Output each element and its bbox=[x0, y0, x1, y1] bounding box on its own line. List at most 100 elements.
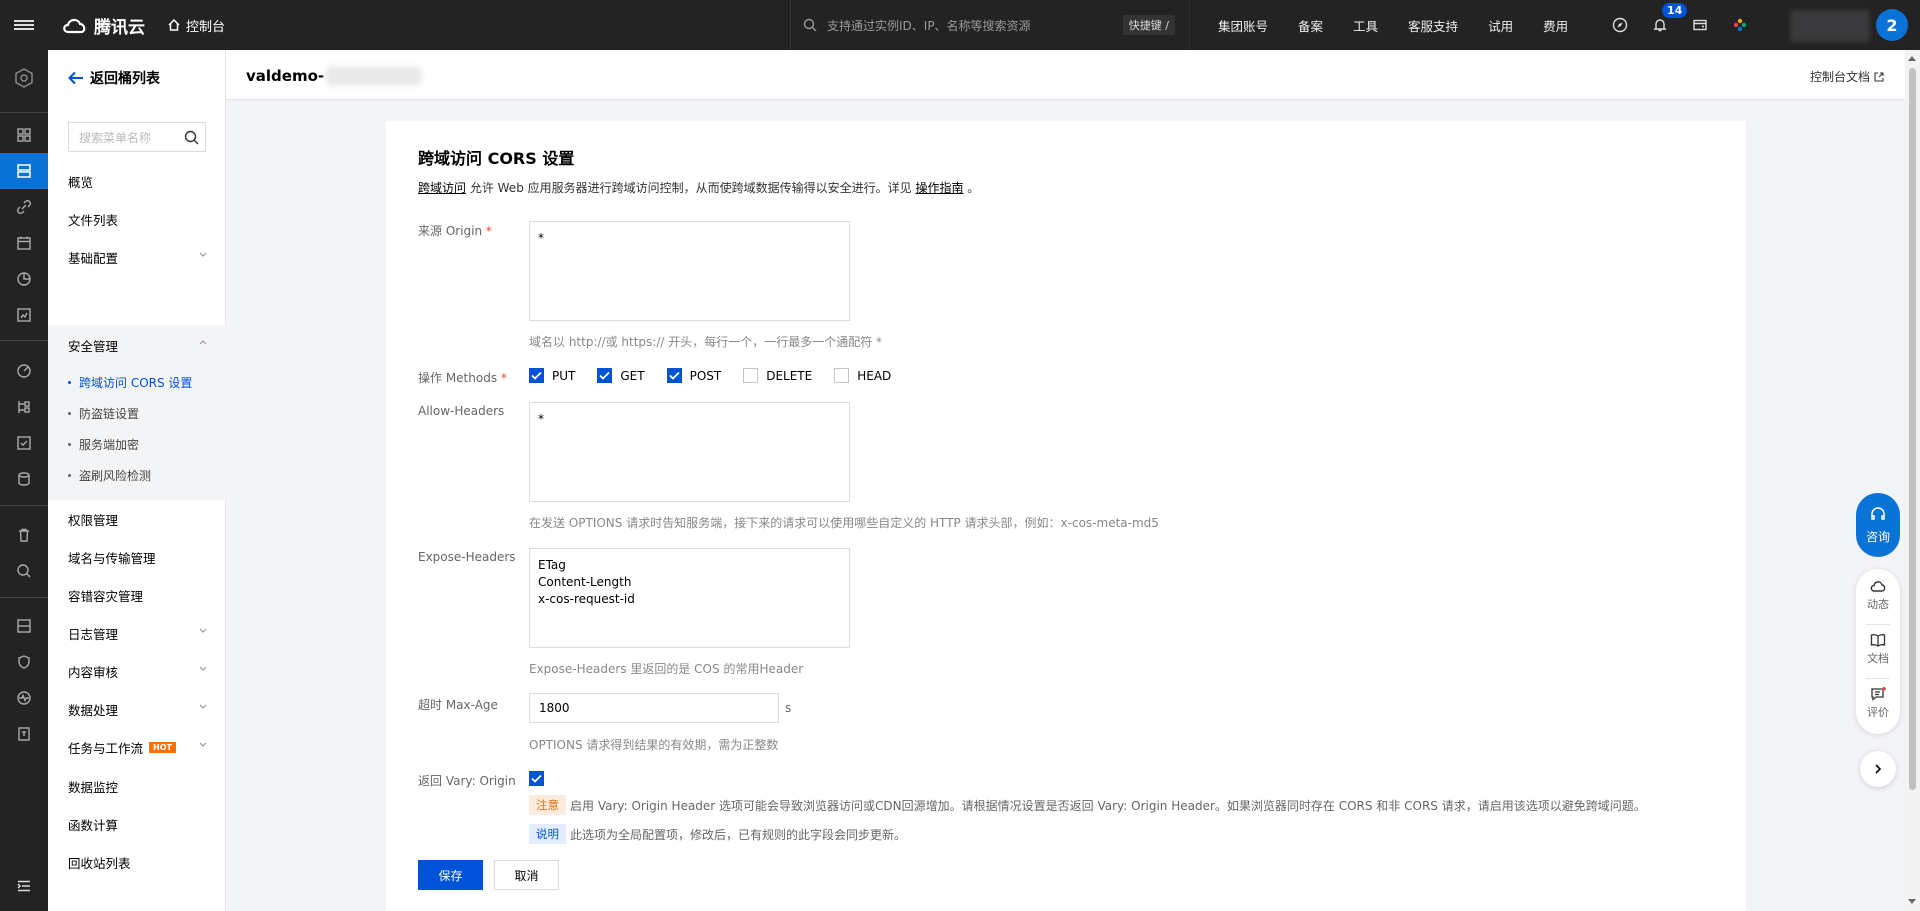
vary-origin-checkbox[interactable] bbox=[529, 771, 544, 786]
sidebar-subitem-hotlink[interactable]: 防盗链设置 bbox=[68, 405, 139, 422]
wallet-icon[interactable] bbox=[1680, 17, 1720, 33]
origin-label: 来源 Origin * bbox=[418, 224, 492, 238]
link-icon[interactable] bbox=[0, 189, 48, 225]
sidebar-item-monitor[interactable]: 数据监控 bbox=[48, 767, 226, 805]
scroll-down-arrow-icon[interactable] bbox=[1908, 899, 1916, 904]
global-search[interactable]: 支持通过实例ID、IP、名称等搜索资源 快捷键 / bbox=[790, 0, 1190, 50]
sidebar-item-files[interactable]: 文件列表 bbox=[48, 200, 226, 238]
method-get-checkbox[interactable]: GET bbox=[597, 368, 645, 383]
brand-name: 腾讯云 bbox=[94, 17, 145, 38]
back-label: 返回桶列表 bbox=[90, 71, 160, 87]
sidebar-item-recycle[interactable]: 回收站列表 bbox=[48, 843, 226, 881]
form-description: 跨域访问 允许 Web 应用服务器进行跨域访问控制，从而使跨域数据传输得以安全进… bbox=[418, 179, 979, 196]
bucket-name-redacted bbox=[326, 66, 423, 86]
expose-headers-textarea[interactable]: ETag Content-Length x-cos-request-id bbox=[529, 548, 850, 648]
storage-icon[interactable] bbox=[0, 153, 48, 189]
docs-button[interactable]: 文档 bbox=[1856, 633, 1900, 666]
back-to-buckets[interactable]: 返回桶列表 bbox=[68, 68, 160, 88]
database-icon[interactable] bbox=[0, 461, 48, 497]
hot-badge: HOT bbox=[149, 741, 176, 753]
trash-icon[interactable] bbox=[0, 517, 48, 553]
allow-headers-textarea[interactable]: * bbox=[529, 402, 850, 502]
hexagon-icon[interactable] bbox=[0, 56, 48, 100]
expose-headers-hint: Expose-Headers 里返回的是 COS 的常用Header bbox=[529, 662, 804, 676]
methods-label: 操作 Methods * bbox=[418, 371, 507, 385]
chevron-down-icon bbox=[199, 666, 207, 671]
archive-icon[interactable] bbox=[0, 716, 48, 752]
consult-button[interactable]: 咨询 bbox=[1856, 493, 1900, 557]
pie-chart-icon[interactable] bbox=[0, 261, 48, 297]
sidebar-item-data-processing[interactable]: 数据处理 bbox=[48, 690, 226, 728]
sidebar-subitem-cors[interactable]: 跨域访问 CORS 设置 bbox=[68, 374, 192, 391]
save-button[interactable]: 保存 bbox=[418, 860, 483, 890]
colorful-app-icon[interactable] bbox=[1720, 17, 1760, 33]
page-scrollbar[interactable] bbox=[1905, 50, 1920, 911]
info-text: 此选项为全局配置项，修改后，已有规则的此字段会同步更新。 bbox=[570, 827, 907, 842]
radar-icon[interactable] bbox=[0, 353, 48, 389]
sidebar-item-functions[interactable]: 函数计算 bbox=[48, 805, 226, 843]
brand-logo[interactable]: 腾讯云 bbox=[62, 13, 145, 38]
account-name-redacted[interactable] bbox=[1790, 10, 1870, 42]
nav-trial[interactable]: 试用 bbox=[1488, 16, 1513, 35]
sidebar-subitem-risk[interactable]: 盗刷风险检测 bbox=[68, 467, 151, 484]
origin-textarea[interactable]: * bbox=[529, 221, 850, 321]
nav-filing[interactable]: 备案 bbox=[1298, 16, 1323, 35]
sidebar-item-label: 域名与传输管理 bbox=[68, 550, 156, 566]
sidebar-subitem-encryption[interactable]: 服务端加密 bbox=[68, 436, 139, 453]
collapse-menu-icon[interactable] bbox=[0, 868, 48, 904]
bell-icon[interactable]: 14 bbox=[1640, 3, 1688, 33]
cors-doc-link[interactable]: 跨域访问 bbox=[418, 181, 466, 195]
checklist-icon[interactable] bbox=[0, 425, 48, 461]
magnify-icon[interactable] bbox=[0, 553, 48, 589]
sidebar-item-domain[interactable]: 域名与传输管理 bbox=[48, 538, 226, 576]
nav-support[interactable]: 客服支持 bbox=[1408, 16, 1458, 35]
checkbox-unchecked-icon bbox=[743, 368, 759, 383]
pulse-icon[interactable] bbox=[0, 680, 48, 716]
checkbox-checked-icon bbox=[529, 368, 544, 383]
sidebar-item-logs[interactable]: 日志管理 bbox=[48, 614, 226, 652]
rate-button[interactable]: 评价 bbox=[1856, 687, 1900, 720]
sidebar-item-basic-config[interactable]: 基础配置 bbox=[48, 238, 226, 276]
activity-button[interactable]: 动态 bbox=[1856, 579, 1900, 612]
method-delete-checkbox[interactable]: DELETE bbox=[743, 368, 812, 383]
guide-link[interactable]: 操作指南 bbox=[915, 181, 963, 195]
avatar[interactable]: 2 bbox=[1876, 9, 1908, 41]
sidebar-item-permissions[interactable]: 权限管理 bbox=[48, 500, 226, 538]
vary-warning: 注意 启用 Vary: Origin Header 选项可能会导致浏览器访问或CD… bbox=[529, 795, 1646, 815]
sidebar-item-tasks[interactable]: 任务与工作流 HOT bbox=[48, 728, 226, 766]
sidebar-item-fault-tolerance[interactable]: 容错容灾管理 bbox=[48, 576, 226, 614]
hierarchy-icon[interactable] bbox=[0, 389, 48, 425]
origin-label-text: 来源 Origin bbox=[418, 224, 483, 238]
sidebar-item-audit[interactable]: 内容审核 bbox=[48, 652, 226, 690]
monitor-icon[interactable] bbox=[0, 297, 48, 333]
vary-info: 说明 此选项为全局配置项，修改后，已有规则的此字段会同步更新。 bbox=[529, 824, 906, 844]
cancel-button[interactable]: 取消 bbox=[494, 860, 559, 890]
expand-float-button[interactable] bbox=[1860, 751, 1896, 787]
compass-icon[interactable] bbox=[1600, 17, 1640, 33]
method-put-checkbox[interactable]: PUT bbox=[529, 368, 575, 383]
menu-search-input[interactable]: 搜索菜单名称 bbox=[68, 122, 206, 152]
chevron-right-icon bbox=[1875, 764, 1882, 774]
grid-icon[interactable] bbox=[0, 117, 48, 153]
sidebar-item-overview[interactable]: 概览 bbox=[48, 162, 226, 200]
storage-alt-icon[interactable] bbox=[0, 608, 48, 644]
console-docs-link[interactable]: 控制台文档 bbox=[1810, 68, 1884, 85]
calendar-icon[interactable] bbox=[0, 225, 48, 261]
menu-icon[interactable] bbox=[0, 0, 48, 50]
method-head-checkbox[interactable]: HEAD bbox=[834, 368, 891, 383]
notification-badge: 14 bbox=[1662, 3, 1688, 18]
nav-tools[interactable]: 工具 bbox=[1353, 16, 1378, 35]
scrollbar-thumb[interactable] bbox=[1909, 68, 1916, 790]
nav-billing[interactable]: 费用 bbox=[1543, 16, 1568, 35]
sidebar-subitem-label: 服务端加密 bbox=[79, 438, 140, 452]
method-label: HEAD bbox=[857, 368, 892, 383]
console-link[interactable]: 控制台 bbox=[167, 16, 225, 35]
max-age-input[interactable]: 1800 bbox=[529, 693, 779, 723]
scroll-up-arrow-icon[interactable] bbox=[1908, 56, 1916, 61]
shield-icon[interactable] bbox=[0, 644, 48, 680]
chevron-up-icon bbox=[199, 340, 207, 345]
method-post-checkbox[interactable]: POST bbox=[666, 368, 721, 383]
sidebar-item-security[interactable]: 安全管理 bbox=[48, 326, 226, 364]
sidebar-item-label: 数据监控 bbox=[68, 779, 119, 795]
nav-group-account[interactable]: 集团账号 bbox=[1218, 16, 1268, 35]
